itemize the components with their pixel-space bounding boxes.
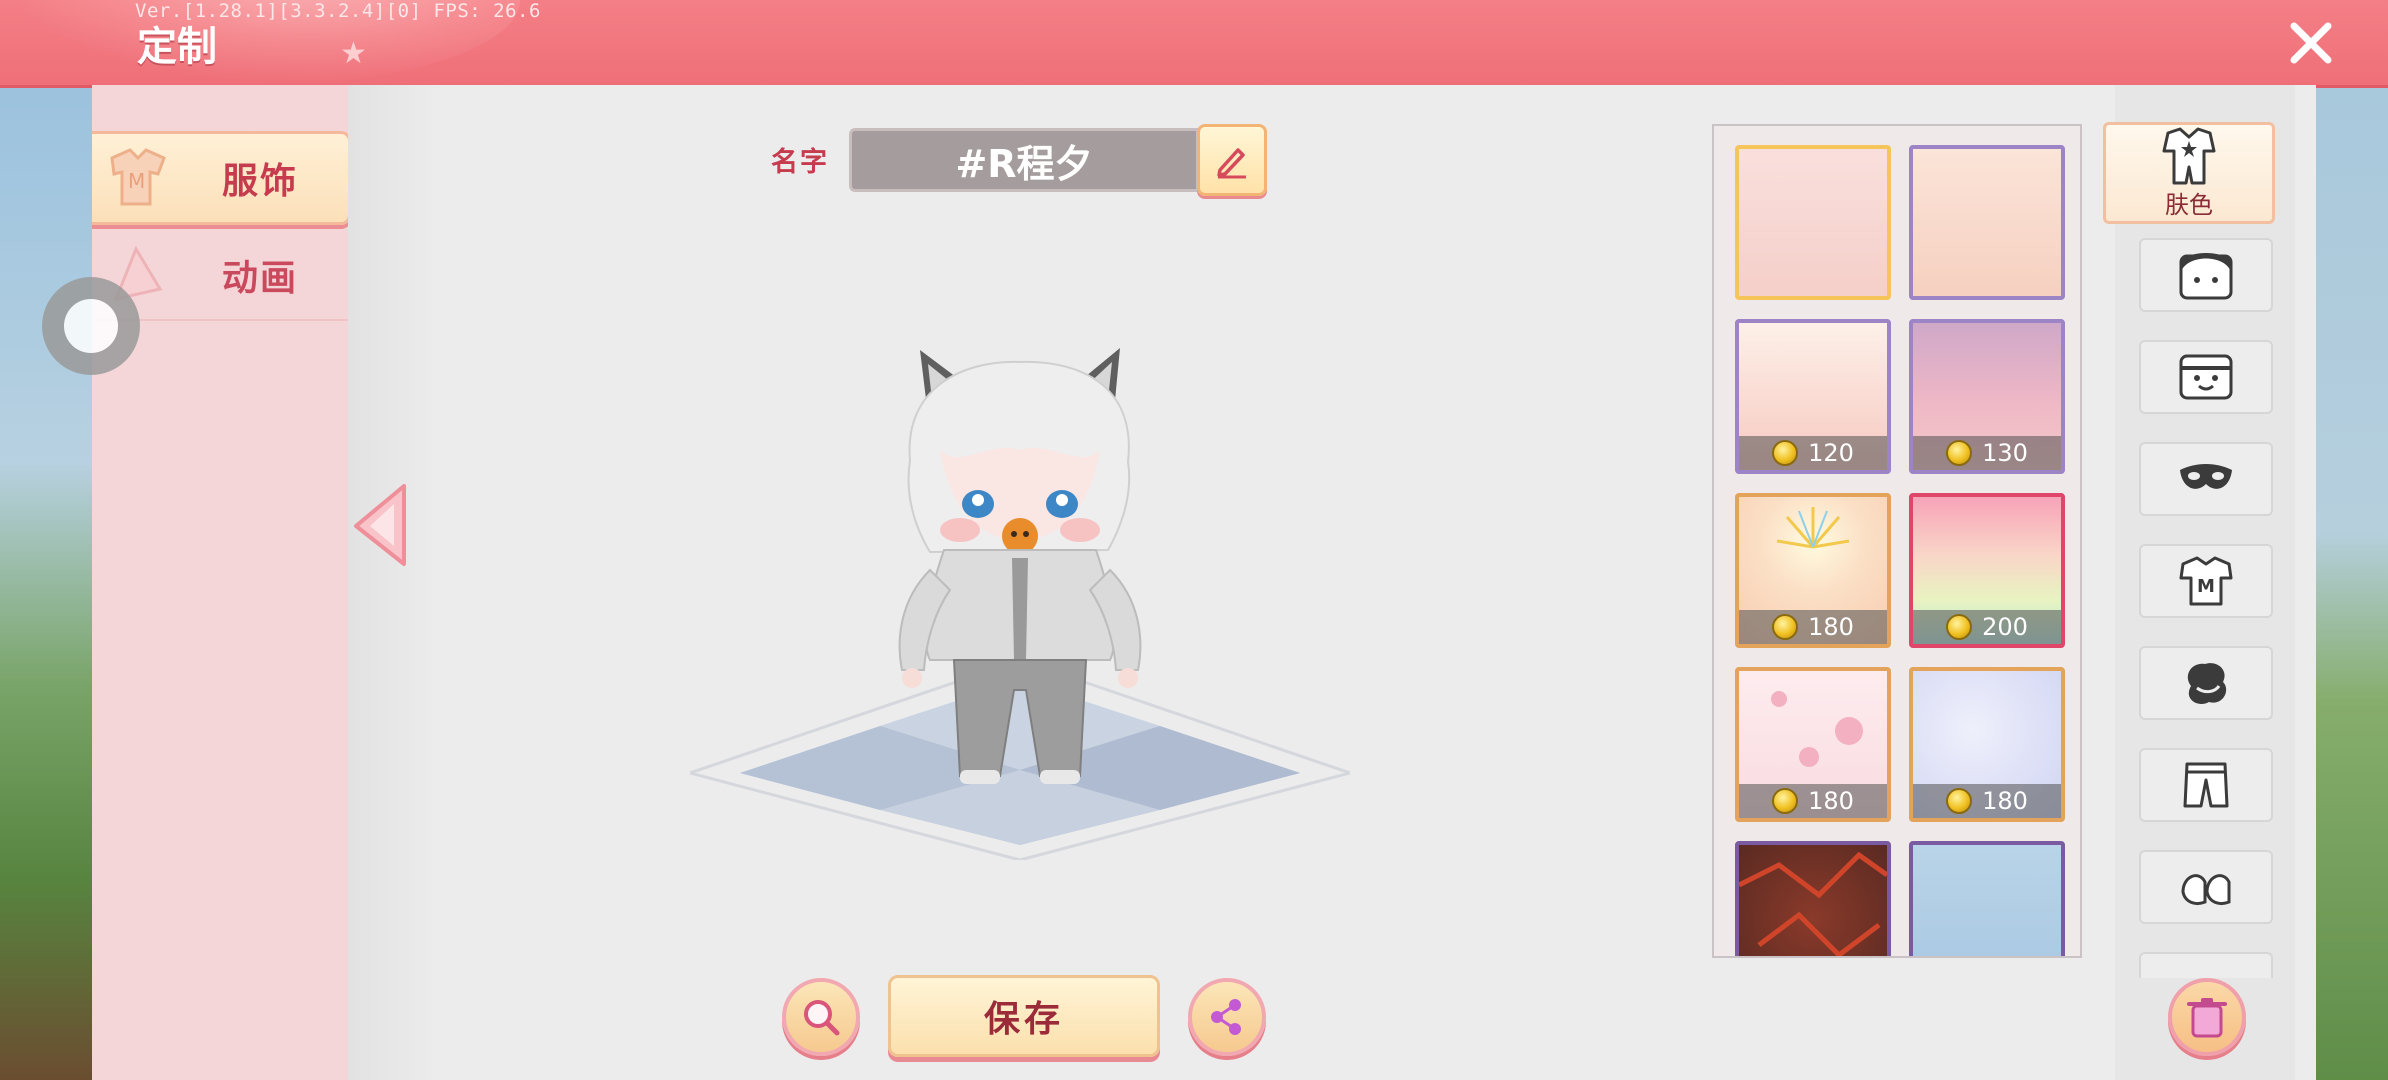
price-value: 180 xyxy=(1982,787,2028,815)
category-mask[interactable] xyxy=(2139,442,2273,516)
price-tag: 200 xyxy=(1913,610,2061,644)
onesie-icon xyxy=(2162,127,2216,184)
preview-area-shadow xyxy=(348,85,438,1080)
skin-swatch[interactable]: 180 xyxy=(1735,493,1891,648)
category-skin-color-label: 肤色 xyxy=(2165,190,2213,219)
scene-left-strip xyxy=(0,85,92,1080)
scene-right-strip xyxy=(2316,85,2388,1080)
coin-icon xyxy=(1772,440,1799,466)
close-button[interactable] xyxy=(2282,14,2340,72)
skin-swatch[interactable] xyxy=(1735,841,1891,956)
coin-icon xyxy=(1772,614,1799,640)
category-shoes[interactable] xyxy=(2139,850,2273,924)
star-decoration-icon: ★ xyxy=(340,36,367,71)
save-button-label: 保存 xyxy=(983,999,1064,1040)
skin-swatch[interactable] xyxy=(1909,145,2065,300)
edit-name-button[interactable] xyxy=(1197,124,1267,196)
price-tag: 120 xyxy=(1739,436,1887,470)
svg-text:M: M xyxy=(2197,576,2215,597)
fireworks-pattern xyxy=(1776,507,1850,549)
skin-swatch[interactable] xyxy=(1909,841,2065,956)
mask-icon xyxy=(2180,464,2232,489)
shoes-icon xyxy=(2181,874,2231,906)
page-title: 定制 xyxy=(137,24,217,70)
floating-button-dot xyxy=(64,299,118,353)
shirt-icon: M xyxy=(2179,556,2233,606)
zoom-button[interactable] xyxy=(782,978,860,1056)
category-shirt[interactable]: M xyxy=(2139,544,2273,618)
sakura-pattern xyxy=(1771,691,1863,767)
glove-icon xyxy=(2187,663,2227,705)
save-button[interactable]: 保存 xyxy=(888,975,1160,1057)
price-value: 130 xyxy=(1982,439,2028,467)
share-button[interactable] xyxy=(1188,978,1266,1056)
debug-fps-text: Ver.[1.28.1][3.3.2.4][0] FPS: 26.6 xyxy=(135,0,541,22)
coin-icon xyxy=(1946,788,1973,814)
price-tag: 180 xyxy=(1739,784,1887,818)
character-avatar xyxy=(898,348,1142,784)
category-face[interactable] xyxy=(2139,238,2273,312)
pants-icon xyxy=(2183,762,2229,808)
face-icon xyxy=(2179,253,2233,300)
skin-swatch[interactable]: 180 xyxy=(1909,667,2065,822)
coin-icon xyxy=(1772,788,1799,814)
close-icon xyxy=(2290,22,2332,64)
name-field[interactable]: #R程夕 xyxy=(849,128,1199,192)
pencil-icon xyxy=(1217,148,1246,179)
name-label: 名字 xyxy=(771,147,829,178)
tab-clothing[interactable]: M 服饰 xyxy=(92,131,351,225)
price-value: 180 xyxy=(1808,787,1854,815)
category-expression[interactable] xyxy=(2139,340,2273,414)
tab-animation-label: 动画 xyxy=(221,258,298,299)
remove-outfit-button[interactable] xyxy=(2168,978,2246,1056)
category-skin-color[interactable]: 肤色 xyxy=(2103,122,2275,224)
coin-icon xyxy=(1946,440,1973,466)
price-value: 200 xyxy=(1982,613,2028,641)
price-tag: 180 xyxy=(1739,610,1887,644)
previous-arrow-button[interactable] xyxy=(348,480,412,570)
svg-text:M: M xyxy=(128,169,145,193)
price-value: 180 xyxy=(1808,613,1854,641)
lava-pattern xyxy=(1739,851,1887,956)
category-gloves[interactable] xyxy=(2139,646,2273,720)
floating-assist-button[interactable] xyxy=(42,277,140,375)
price-value: 120 xyxy=(1808,439,1854,467)
coin-icon xyxy=(1946,614,1973,640)
skin-swatch[interactable]: 120 xyxy=(1735,319,1891,474)
category-more-partial[interactable] xyxy=(2139,952,2273,978)
clothing-tab-icon: M xyxy=(110,148,166,206)
share-icon xyxy=(1211,999,1241,1035)
expression-icon xyxy=(2179,354,2233,400)
skin-swatch[interactable]: 200 xyxy=(1909,493,2065,648)
magnifier-icon xyxy=(804,1000,840,1036)
price-tag: 180 xyxy=(1913,784,2061,818)
trash-icon xyxy=(2187,998,2227,1038)
price-tag: 130 xyxy=(1913,436,2061,470)
category-pants[interactable] xyxy=(2139,748,2273,822)
title-bar: ★ 定制 Ver.[1.28.1][3.3.2.4][0] FPS: 26.6 xyxy=(0,0,2388,85)
skin-swatch[interactable]: 130 xyxy=(1909,319,2065,474)
skin-swatch[interactable]: 180 xyxy=(1735,667,1891,822)
left-tab-bar: M 服饰 动画 xyxy=(92,85,351,1080)
skin-swatch[interactable] xyxy=(1735,145,1891,300)
tab-clothing-label: 服饰 xyxy=(221,161,298,202)
skin-color-grid: 120 130 180 200 180 180 xyxy=(1712,124,2082,958)
